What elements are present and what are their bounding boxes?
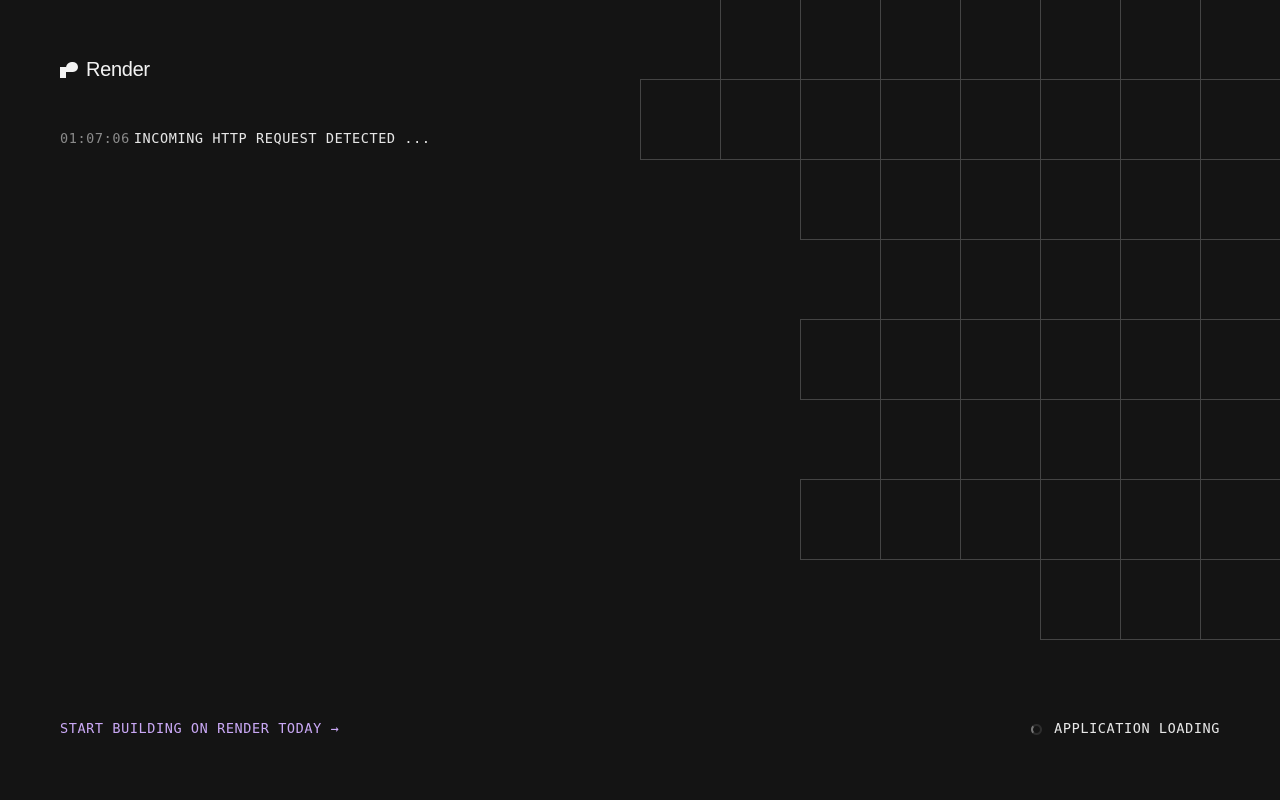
grid-cell [800,0,881,80]
grid-cell [800,159,881,240]
grid-cell [1120,479,1201,560]
grid-cell [960,239,1041,320]
grid-cell [800,79,881,160]
grid-cell [960,79,1041,160]
grid-cell [880,0,961,80]
grid-cell [1120,399,1201,480]
spinner-icon [1031,723,1043,735]
grid-cell [880,159,961,240]
grid-cell [1200,159,1280,240]
grid-cell [1200,479,1280,560]
grid-cell [1120,239,1201,320]
grid-cell [960,479,1041,560]
grid-cell [880,79,961,160]
grid-cell [880,239,961,320]
grid-cell [1040,559,1121,640]
grid-cell [1200,559,1280,640]
grid-cell [880,399,961,480]
arrow-right-icon: → [330,721,340,737]
grid-cell [1200,239,1280,320]
grid-cell [800,319,881,400]
grid-cell [1040,399,1121,480]
grid-cell [1040,159,1121,240]
grid-cell [1120,319,1201,400]
grid-cell [720,0,801,80]
grid-cell [960,319,1041,400]
grid-cell [1120,559,1201,640]
brand-name: Render [86,59,150,81]
log-message: INCOMING HTTP REQUEST DETECTED ... [133,131,431,147]
grid-cell [1200,399,1280,480]
render-logo-icon [60,60,78,82]
grid-cell [1040,239,1121,320]
grid-cell [1040,0,1121,80]
grid-cell [1200,319,1280,400]
render-logo[interactable]: Render [60,59,150,82]
grid-cell [720,79,801,160]
cta-label: START BUILDING ON RENDER TODAY [60,721,322,737]
grid-cell [1040,479,1121,560]
grid-cell [1040,319,1121,400]
log-line: 01:07:06 INCOMING HTTP REQUEST DETECTED .… [60,131,431,147]
grid-cell [1200,0,1280,80]
grid-cell [1120,159,1201,240]
loading-status: APPLICATION LOADING [1031,721,1220,737]
log-timestamp: 01:07:06 [60,131,130,147]
grid-cell [960,159,1041,240]
grid-cell [880,319,961,400]
grid-cell [960,399,1041,480]
grid-cell [1040,79,1121,160]
status-label: APPLICATION LOADING [1054,721,1220,737]
grid-cell [960,0,1041,80]
grid-cell [640,79,721,160]
grid-cell [1200,79,1280,160]
start-building-link[interactable]: START BUILDING ON RENDER TODAY → [60,721,339,737]
grid-cell [1120,79,1201,160]
grid-cell [1120,0,1201,80]
grid-cell [880,479,961,560]
grid-cell [800,479,881,560]
